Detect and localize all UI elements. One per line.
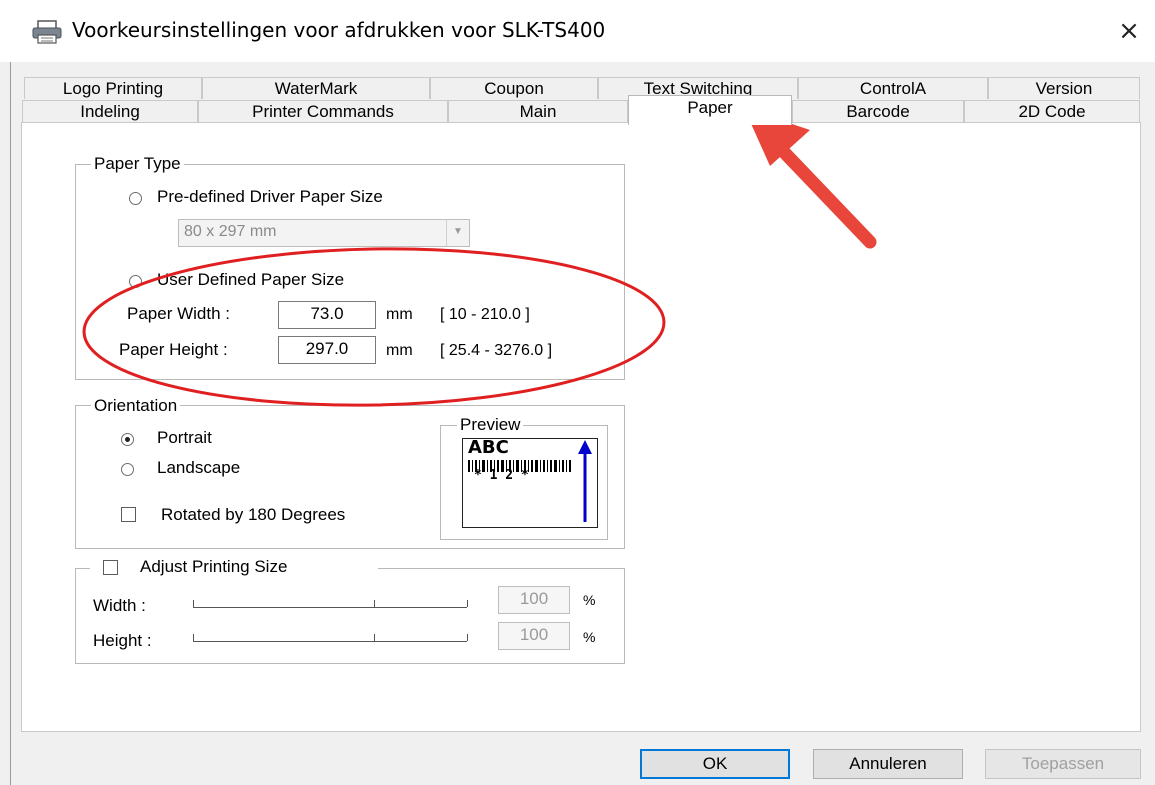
tab-logo-printing[interactable]: Logo Printing (24, 77, 202, 99)
close-icon[interactable]: × (1112, 14, 1146, 48)
user-defined-size-radio[interactable] (129, 275, 142, 288)
predefined-size-select[interactable]: 80 x 297 mm ▼ (178, 219, 470, 247)
paper-height-label: Paper Height : (119, 340, 228, 359)
width-slider-track[interactable] (193, 607, 467, 608)
landscape-radio[interactable] (121, 463, 134, 476)
height-slider-track[interactable] (193, 641, 467, 642)
width-slider-thumb[interactable] (374, 600, 375, 607)
tab-barcode[interactable]: Barcode (792, 100, 964, 122)
tab-main[interactable]: Main (448, 100, 628, 122)
cancel-button[interactable]: Annuleren (813, 749, 963, 779)
tab-coupon[interactable]: Coupon (430, 77, 598, 99)
height-slider-tick-left (193, 634, 194, 641)
paper-width-input[interactable]: 73.0 (278, 301, 376, 329)
portrait-label: Portrait (157, 428, 212, 447)
tab-printer-commands[interactable]: Printer Commands (198, 100, 448, 122)
rotate-180-checkbox[interactable] (121, 507, 136, 522)
portrait-radio[interactable] (121, 433, 134, 446)
orientation-title: Orientation (91, 396, 181, 416)
paper-width-label: Paper Width : (127, 304, 230, 323)
tab-indeling[interactable]: Indeling (22, 100, 198, 122)
height-slider-thumb[interactable] (374, 634, 375, 641)
predefined-size-radio[interactable] (129, 192, 142, 205)
adjust-size-label: Adjust Printing Size (140, 557, 288, 576)
height-slider-tick-right (467, 634, 468, 641)
width-slider-tick-right (467, 600, 468, 607)
adjust-height-input[interactable]: 100 (498, 622, 570, 650)
window-title: Voorkeursinstellingen voor afdrukken voo… (72, 18, 606, 42)
apply-button[interactable]: Toepassen (985, 749, 1141, 779)
paper-width-unit: mm (386, 306, 413, 323)
paper-height-input[interactable]: 297.0 (278, 336, 376, 364)
ok-button[interactable]: OK (640, 749, 790, 779)
tab-watermark[interactable]: WaterMark (202, 77, 430, 99)
adjust-size-checkbox[interactable] (103, 560, 118, 575)
tab-version[interactable]: Version (988, 77, 1140, 99)
rotate-180-label: Rotated by 180 Degrees (161, 505, 346, 524)
adjust-height-percent: % (583, 629, 596, 645)
paper-height-unit: mm (386, 342, 413, 359)
adjust-height-label: Height : (93, 631, 152, 650)
width-slider-tick-left (193, 600, 194, 607)
preview-text-barcode: * 1 2 * (474, 468, 529, 483)
predefined-size-label: Pre-defined Driver Paper Size (157, 187, 383, 206)
paper-height-range: [ 25.4 - 3276.0 ] (440, 342, 553, 359)
preview-text-abc: ABC (468, 437, 509, 458)
paper-width-range: [ 10 - 210.0 ] (440, 306, 530, 323)
adjust-width-input[interactable]: 100 (498, 586, 570, 614)
tab-controla[interactable]: ControlA (798, 77, 988, 99)
chevron-down-icon: ▼ (446, 220, 469, 246)
tab-paper[interactable]: Paper (628, 95, 792, 125)
preview-title: Preview (457, 415, 524, 435)
landscape-label: Landscape (157, 458, 241, 477)
printer-icon (30, 20, 64, 44)
adjust-width-label: Width : (93, 596, 146, 615)
paper-type-title: Paper Type (91, 154, 184, 174)
adjust-width-percent: % (583, 592, 596, 608)
user-defined-size-label: User Defined Paper Size (157, 270, 345, 289)
arrow-up-icon (574, 438, 596, 524)
predefined-size-value: 80 x 297 mm (184, 223, 277, 240)
tab-2d-code[interactable]: 2D Code (964, 100, 1140, 122)
